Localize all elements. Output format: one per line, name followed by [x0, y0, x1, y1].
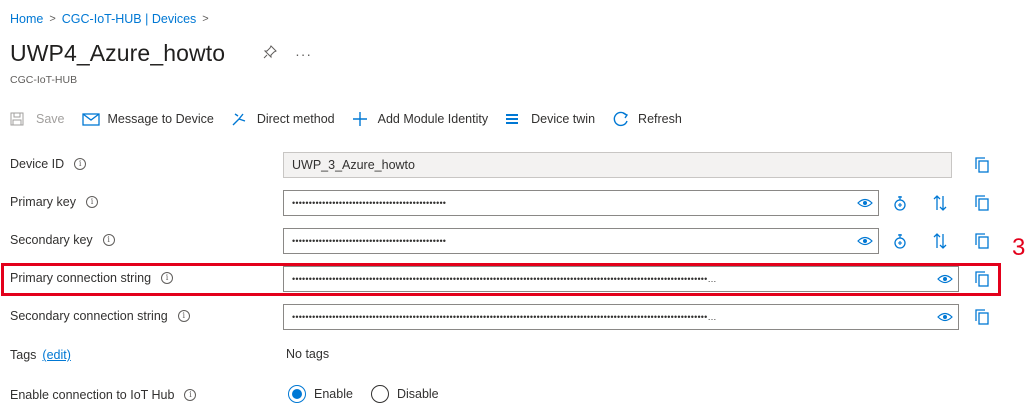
breadcrumb: Home > CGC-IoT-HUB | Devices > [10, 12, 209, 26]
secondary-key-field[interactable]: ••••••••••••••••••••••••••••••••••••••••… [283, 228, 879, 254]
pin-icon[interactable] [263, 45, 277, 62]
refresh-icon [612, 111, 632, 127]
enable-connection-radio-group: Enable Disable [288, 385, 457, 403]
breadcrumb-separator: > [49, 13, 56, 25]
edit-tags-link[interactable]: (edit) [42, 348, 70, 362]
save-button[interactable]: Save [10, 111, 65, 127]
more-options-button[interactable]: ··· [295, 46, 312, 62]
copy-icon[interactable] [973, 232, 991, 250]
swap-keys-icon[interactable] [931, 232, 949, 250]
highlight-box [1, 263, 1001, 296]
direct-method-button[interactable]: Direct method [231, 111, 335, 127]
command-bar: Save Message to Device Direct method Add… [10, 108, 699, 130]
add-module-identity-button[interactable]: Add Module Identity [352, 111, 489, 127]
copy-icon[interactable] [973, 194, 991, 212]
primary-key-value: ••••••••••••••••••••••••••••••••••••••••… [292, 198, 447, 208]
message-to-device-label: Message to Device [107, 112, 214, 126]
copy-icon[interactable] [973, 308, 991, 326]
mail-icon [81, 111, 102, 127]
swap-keys-icon[interactable] [931, 194, 949, 212]
info-icon[interactable]: i [177, 310, 190, 322]
enable-radio-label[interactable]: Enable [314, 387, 353, 401]
refresh-label: Refresh [638, 112, 682, 126]
device-id-row: Device ID i UWP_3_Azure_howto [0, 152, 1026, 178]
save-icon [10, 111, 30, 127]
device-twin-icon [505, 111, 525, 127]
enable-connection-label: Enable connection to IoT Hub i [10, 388, 197, 402]
refresh-button[interactable]: Refresh [612, 111, 682, 127]
direct-method-label: Direct method [256, 112, 335, 126]
info-icon[interactable]: i [85, 196, 98, 208]
secondary-key-row: Secondary key i ••••••••••••••••••••••••… [0, 228, 1026, 254]
disable-radio-label[interactable]: Disable [397, 387, 439, 401]
device-twin-label: Device twin [531, 112, 596, 126]
secondary-key-label: Secondary key i [10, 233, 115, 247]
breadcrumb-separator: > [202, 13, 209, 25]
regenerate-key-icon[interactable] [891, 232, 909, 250]
tags-row: Tags (edit) [0, 343, 1026, 369]
regenerate-key-icon[interactable] [891, 194, 909, 212]
tags-value: No tags [286, 347, 330, 361]
show-password-eye-icon[interactable] [852, 198, 878, 208]
page-title: UWP4_Azure_howto [10, 40, 226, 66]
secondary-connection-string-value: ••••••••••••••••••••••••••••••••••••••••… [292, 312, 717, 322]
disable-radio[interactable] [370, 385, 389, 403]
breadcrumb-devices-link[interactable]: CGC-IoT-HUB | Devices [62, 12, 197, 26]
save-label: Save [36, 112, 65, 126]
primary-key-label: Primary key i [10, 195, 98, 209]
device-twin-button[interactable]: Device twin [505, 111, 595, 127]
step-number-annotation: 3 [1012, 234, 1026, 261]
show-password-eye-icon[interactable] [932, 312, 958, 322]
page-subtitle: CGC-IoT-HUB [10, 74, 78, 86]
breadcrumb-home-link[interactable]: Home [10, 12, 43, 26]
enable-connection-row: Enable connection to IoT Hub i [0, 383, 1026, 403]
info-icon[interactable]: i [102, 234, 115, 246]
add-module-identity-label: Add Module Identity [377, 112, 489, 126]
device-id-value: UWP_3_Azure_howto [292, 158, 415, 172]
secondary-key-value: ••••••••••••••••••••••••••••••••••••••••… [292, 236, 447, 246]
info-icon[interactable]: i [184, 389, 197, 401]
copy-icon[interactable] [973, 156, 991, 174]
show-password-eye-icon[interactable] [852, 236, 878, 246]
tags-label: Tags (edit) [10, 348, 71, 362]
primary-key-field[interactable]: ••••••••••••••••••••••••••••••••••••••••… [283, 190, 879, 216]
secondary-connection-string-label: Secondary connection string i [10, 309, 190, 323]
secondary-connection-string-field[interactable]: ••••••••••••••••••••••••••••••••••••••••… [283, 304, 959, 330]
device-id-field[interactable]: UWP_3_Azure_howto [283, 152, 952, 178]
direct-method-icon [231, 111, 251, 127]
primary-key-row: Primary key i ••••••••••••••••••••••••••… [0, 190, 1026, 216]
enable-radio[interactable] [288, 385, 306, 403]
device-id-label: Device ID i [10, 157, 87, 171]
message-to-device-button[interactable]: Message to Device [81, 111, 214, 127]
info-icon[interactable]: i [74, 158, 87, 170]
secondary-connection-string-row: Secondary connection string i ••••••••••… [0, 304, 1026, 330]
page-header: UWP4_Azure_howto ··· [10, 40, 312, 67]
add-icon [352, 111, 372, 127]
